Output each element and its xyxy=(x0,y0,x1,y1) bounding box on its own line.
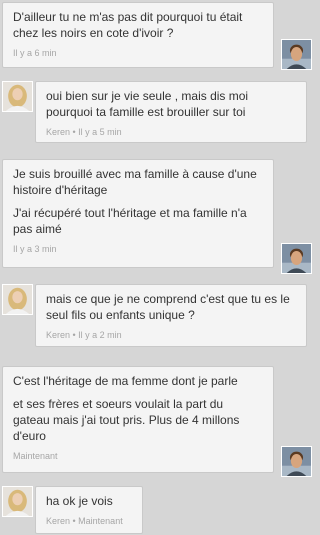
message-bubble: ha ok je vois Keren • Maintenant xyxy=(35,486,143,534)
message-text: mais ce que je ne comprend c'est que tu … xyxy=(46,292,290,322)
message-timestamp: Il y a 6 min xyxy=(13,48,57,58)
woman-avatar-icon[interactable] xyxy=(2,81,33,112)
message-text: J'ai récupéré tout l'héritage et ma fami… xyxy=(13,206,247,236)
message-bubble: oui bien sur je vie seule , mais dis moi… xyxy=(35,81,307,143)
message-timestamp: Keren • Il y a 2 min xyxy=(46,330,122,340)
man-avatar-icon[interactable] xyxy=(281,243,312,274)
woman-avatar-icon[interactable] xyxy=(2,486,33,517)
woman-avatar-icon[interactable] xyxy=(2,284,33,315)
message-bubble: D'ailleur tu ne m'as pas dit pourquoi tu… xyxy=(2,2,274,68)
message-timestamp: Il y a 3 min xyxy=(13,244,57,254)
message-text: Je suis brouillé avec ma famille à cause… xyxy=(13,167,257,197)
man-avatar-icon[interactable] xyxy=(281,39,312,70)
message-timestamp: Maintenant xyxy=(13,451,58,461)
message-text: oui bien sur je vie seule , mais dis moi… xyxy=(46,89,249,119)
message-timestamp: Keren • Maintenant xyxy=(46,516,123,526)
message-text: C'est l'héritage de ma femme dont je par… xyxy=(13,374,238,388)
message-text: D'ailleur tu ne m'as pas dit pourquoi tu… xyxy=(13,10,243,40)
message-bubble: Je suis brouillé avec ma famille à cause… xyxy=(2,159,274,268)
man-avatar-icon[interactable] xyxy=(281,446,312,477)
message-text: et ses frères et soeurs voulait la part … xyxy=(13,397,240,443)
message-timestamp: Keren • Il y a 5 min xyxy=(46,127,122,137)
message-bubble: C'est l'héritage de ma femme dont je par… xyxy=(2,366,274,473)
message-text: ha ok je vois xyxy=(46,494,113,508)
message-bubble: mais ce que je ne comprend c'est que tu … xyxy=(35,284,307,347)
